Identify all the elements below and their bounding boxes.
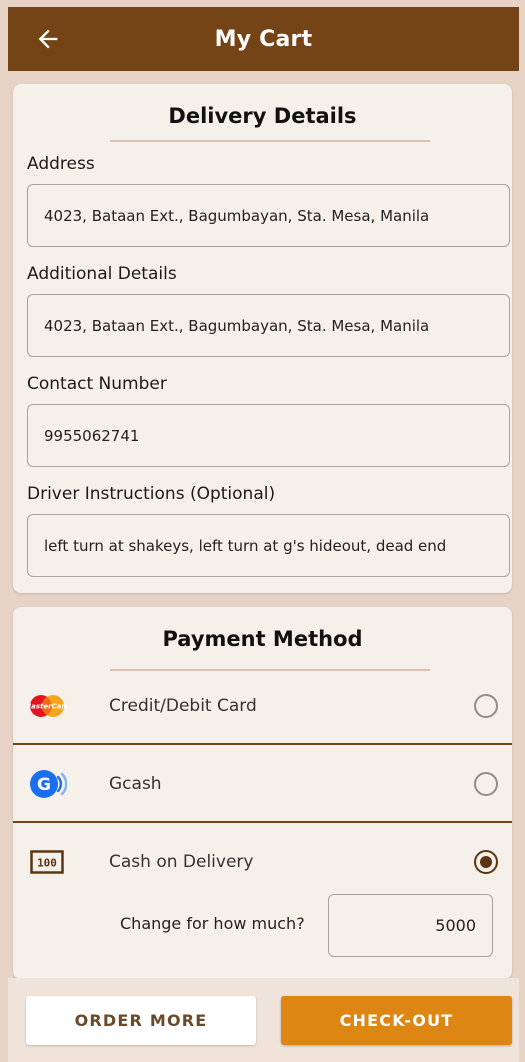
- payment-option-gcash[interactable]: G Gcash: [13, 754, 512, 814]
- title-divider: [110, 669, 430, 671]
- payment-option-label: Gcash: [109, 774, 162, 794]
- svg-text:G: G: [37, 775, 51, 795]
- radio-credit-card[interactable]: [474, 694, 498, 718]
- delivery-details-card: Delivery Details Address 4023, Bataan Ex…: [13, 84, 512, 593]
- driver-instructions-input[interactable]: left turn at shakeys, left turn at g's h…: [27, 514, 510, 577]
- cash-icon: 100: [27, 842, 67, 882]
- option-divider: [13, 821, 512, 823]
- payment-option-cash[interactable]: 100 Cash on Delivery: [13, 832, 512, 892]
- address-input[interactable]: 4023, Bataan Ext., Bagumbayan, Sta. Mesa…: [27, 184, 510, 247]
- payment-method-card: Payment Method MasterCard Credit/Debit C…: [13, 607, 512, 979]
- delivery-details-title: Delivery Details: [168, 104, 357, 128]
- radio-gcash[interactable]: [474, 772, 498, 796]
- payment-option-label: Cash on Delivery: [109, 852, 254, 872]
- gcash-icon: G: [27, 764, 67, 804]
- cash-icon-text: 100: [37, 857, 57, 870]
- option-divider: [13, 743, 512, 745]
- arrow-left-icon: [38, 29, 58, 49]
- order-more-button[interactable]: ORDER MORE: [26, 996, 256, 1045]
- contact-number-input[interactable]: 9955062741: [27, 404, 510, 467]
- mastercard-icon: MasterCard: [27, 686, 67, 726]
- payment-option-card[interactable]: MasterCard Credit/Debit Card: [13, 676, 512, 736]
- back-button[interactable]: [30, 21, 66, 57]
- checkout-button[interactable]: CHECK-OUT: [281, 996, 512, 1045]
- change-amount-input[interactable]: 5000: [328, 894, 493, 957]
- driver-instructions-label: Driver Instructions (Optional): [27, 484, 276, 504]
- change-amount-label: Change for how much?: [120, 914, 305, 933]
- address-label: Address: [27, 154, 95, 174]
- title-divider: [110, 140, 430, 142]
- page-title: My Cart: [214, 26, 313, 52]
- mastercard-text: MasterCard: [27, 703, 67, 711]
- bottom-action-bar: ORDER MORE CHECK-OUT: [8, 978, 519, 1062]
- payment-method-title: Payment Method: [162, 627, 363, 651]
- contact-number-label: Contact Number: [27, 374, 167, 394]
- additional-details-input[interactable]: 4023, Bataan Ext., Bagumbayan, Sta. Mesa…: [27, 294, 510, 357]
- payment-option-label: Credit/Debit Card: [109, 696, 257, 716]
- additional-details-label: Additional Details: [27, 264, 177, 284]
- app-bar: My Cart: [8, 7, 519, 71]
- radio-cash-on-delivery[interactable]: [474, 850, 498, 874]
